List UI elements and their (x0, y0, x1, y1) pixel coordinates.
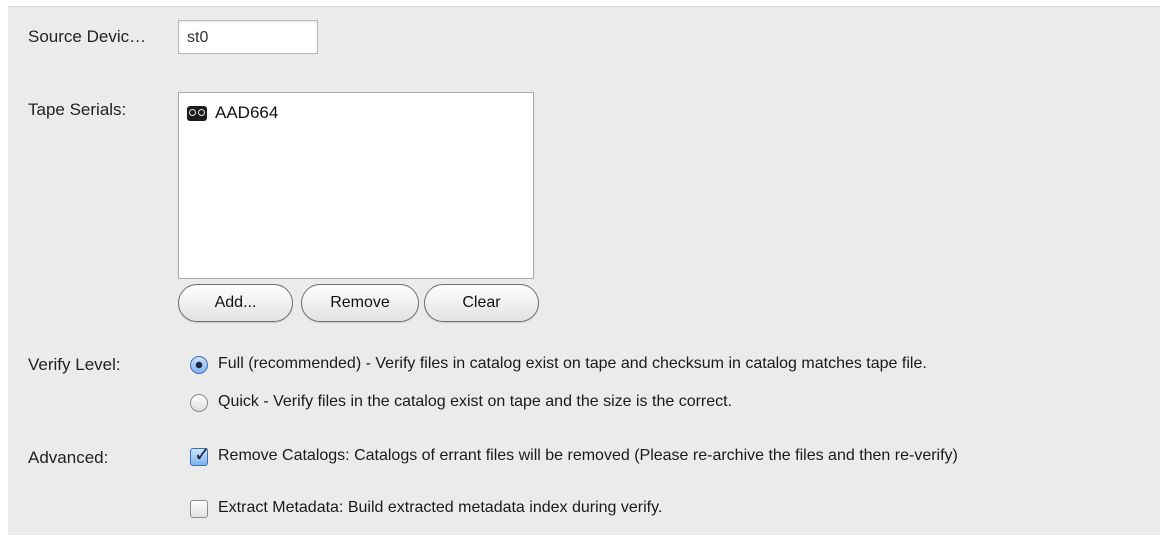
tape-cassette-icon (187, 105, 207, 121)
remove-catalogs-label[interactable]: Remove Catalogs: Catalogs of errant file… (218, 447, 958, 465)
remove-catalogs-checkbox[interactable]: ✓ (190, 444, 211, 466)
verify-quick-label[interactable]: Quick - Verify files in the catalog exis… (218, 393, 732, 411)
tape-serial-text: AAD664 (215, 103, 279, 122)
tape-serials-label: Tape Serials: (28, 100, 127, 119)
extract-metadata-checkbox[interactable] (190, 500, 208, 518)
clear-button[interactable]: Clear (424, 284, 539, 322)
verify-full-label[interactable]: Full (recommended) - Verify files in cat… (218, 355, 927, 373)
source-device-label: Source Devic… (28, 27, 147, 46)
verify-quick-radio[interactable] (190, 394, 208, 412)
verify-level-label: Verify Level: (28, 355, 121, 374)
advanced-label: Advanced: (28, 448, 109, 467)
add-button[interactable]: Add... (178, 284, 293, 322)
checkmark-icon: ✓ (194, 444, 211, 466)
tape-serials-list[interactable]: AAD664 (178, 92, 534, 279)
remove-button[interactable]: Remove (301, 284, 419, 322)
list-item[interactable]: AAD664 (187, 101, 278, 125)
extract-metadata-label[interactable]: Extract Metadata: Build extracted metada… (218, 499, 662, 517)
source-device-input[interactable]: st0 (178, 20, 318, 54)
verify-full-radio[interactable] (190, 356, 208, 374)
